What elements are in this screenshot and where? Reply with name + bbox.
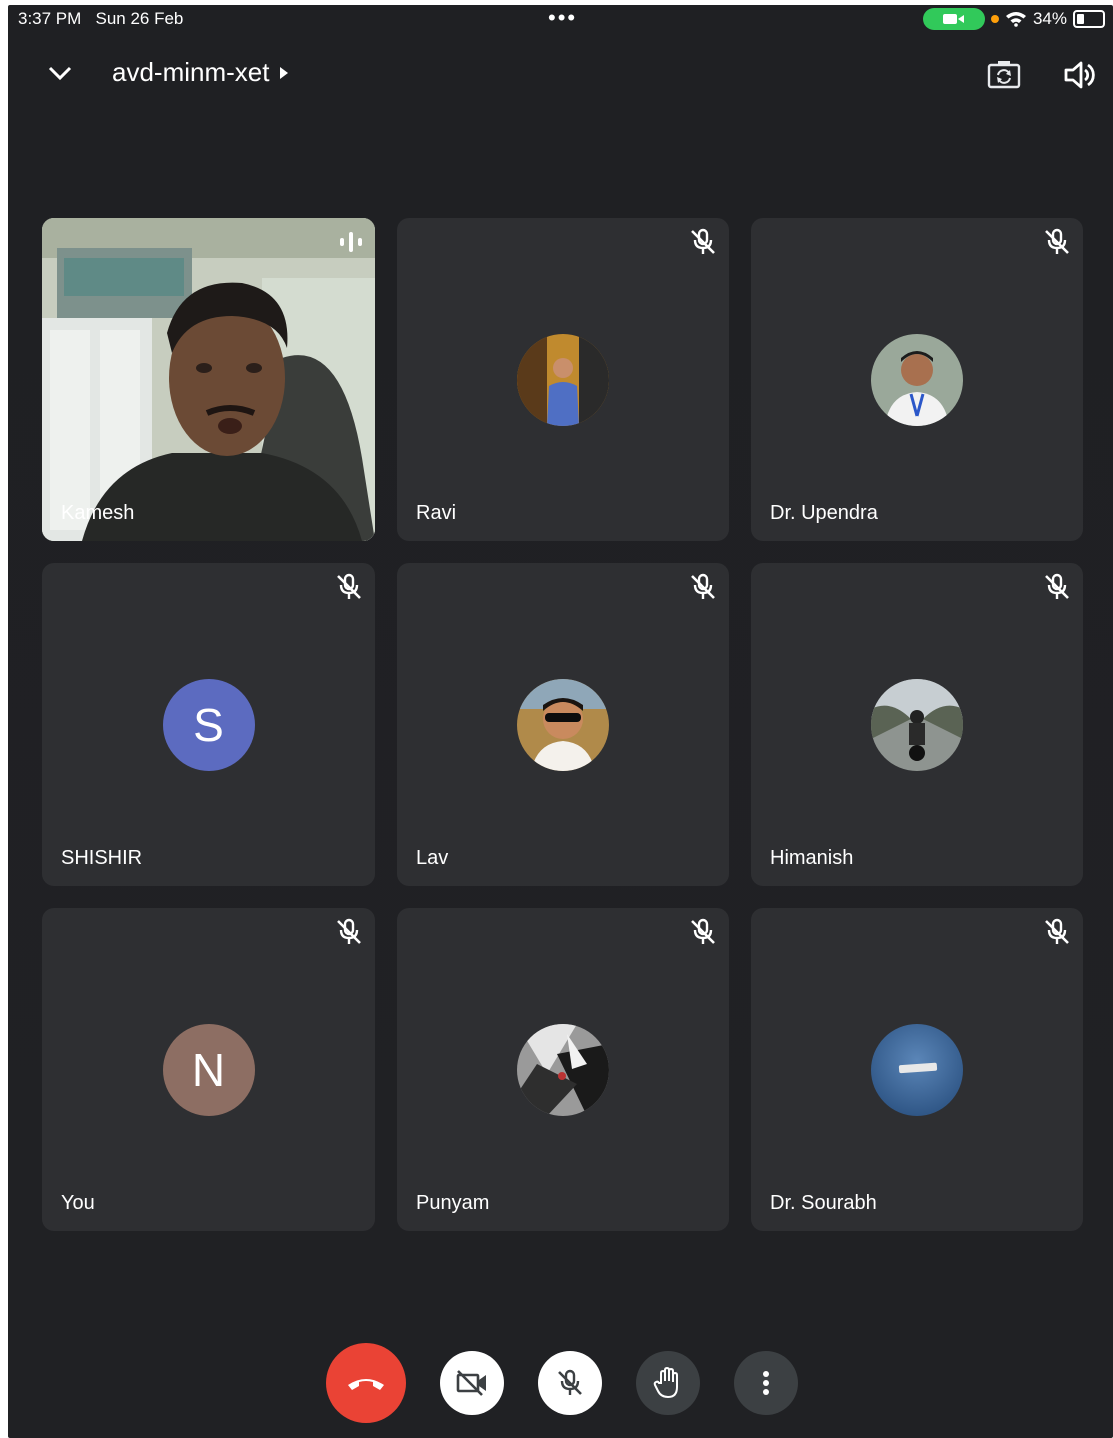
participant-tile-ravi[interactable]: Ravi bbox=[397, 218, 729, 541]
meeting-code: avd-minm-xet bbox=[112, 57, 270, 87]
participant-avatar bbox=[871, 1023, 963, 1116]
participant-tile-punyam[interactable]: Punyam bbox=[397, 908, 729, 1231]
status-bar: 3:37 PM Sun 26 Feb ••• 34% bbox=[8, 5, 1113, 33]
participant-tile-dr-upendra[interactable]: Dr. Upendra bbox=[751, 218, 1083, 541]
more-options-button[interactable] bbox=[734, 1351, 798, 1415]
avatar-initial: S bbox=[193, 698, 224, 751]
participant-name: Dr. Sourabh bbox=[770, 1192, 877, 1214]
mic-off-icon bbox=[1045, 918, 1069, 944]
camera-off-icon bbox=[456, 1370, 486, 1396]
participant-avatar bbox=[871, 678, 963, 771]
mic-off-icon bbox=[691, 918, 715, 944]
participant-avatar bbox=[517, 1023, 609, 1116]
call-controls bbox=[326, 1343, 798, 1423]
leave-call-button[interactable] bbox=[326, 1343, 406, 1423]
speaker-icon[interactable] bbox=[1062, 57, 1098, 93]
participant-avatar: N bbox=[162, 1023, 255, 1116]
participant-avatar bbox=[517, 333, 609, 426]
camera-in-use-icon bbox=[922, 8, 985, 30]
top-bar: avd-minm-xet bbox=[8, 45, 1113, 105]
participant-tile-himanish[interactable]: Himanish bbox=[751, 563, 1083, 886]
participant-name: SHISHIR bbox=[61, 847, 143, 869]
multitask-dots[interactable]: ••• bbox=[548, 5, 577, 31]
participant-name: Ravi bbox=[416, 502, 457, 524]
participant-name: Lav bbox=[416, 847, 449, 869]
hang-up-icon bbox=[348, 1379, 384, 1390]
camera-toggle-button[interactable] bbox=[440, 1351, 504, 1415]
wifi-icon bbox=[1005, 12, 1026, 27]
participant-avatar bbox=[517, 678, 609, 771]
participant-tile-you[interactable]: N You bbox=[42, 908, 375, 1231]
mic-toggle-button[interactable] bbox=[538, 1351, 602, 1415]
status-time: 3:37 PM bbox=[18, 9, 82, 28]
chevron-down-icon[interactable] bbox=[44, 57, 76, 89]
hand-icon bbox=[653, 1367, 678, 1399]
participant-tile-shishir[interactable]: S SHISHIR bbox=[42, 563, 375, 886]
mic-off-icon bbox=[691, 228, 715, 254]
mic-off-icon bbox=[1045, 228, 1069, 254]
avatar-initial: N bbox=[191, 1043, 226, 1096]
participant-name: Dr. Upendra bbox=[770, 502, 878, 524]
mic-off-icon bbox=[558, 1369, 582, 1395]
meeting-code-button[interactable]: avd-minm-xet bbox=[112, 57, 289, 88]
mic-indicator-icon bbox=[990, 15, 999, 23]
mic-off-icon bbox=[1045, 573, 1069, 599]
participant-name: Himanish bbox=[770, 847, 854, 869]
battery-percent: 34% bbox=[1032, 9, 1067, 28]
caret-right-icon bbox=[280, 66, 289, 79]
mic-off-icon bbox=[691, 573, 715, 599]
mic-off-icon bbox=[337, 918, 361, 944]
speaking-indicator-icon bbox=[340, 232, 362, 252]
participant-avatar: S bbox=[162, 678, 255, 771]
participant-avatar bbox=[871, 333, 963, 426]
switch-camera-icon[interactable] bbox=[986, 57, 1022, 93]
participant-name: Punyam bbox=[416, 1192, 490, 1214]
participant-video bbox=[42, 218, 375, 541]
more-vert-icon bbox=[763, 1371, 769, 1395]
raise-hand-button[interactable] bbox=[636, 1351, 700, 1415]
status-right: 34% bbox=[922, 8, 1105, 30]
mic-off-icon bbox=[337, 573, 361, 599]
participant-tile-lav[interactable]: Lav bbox=[397, 563, 729, 886]
participant-tile-kamesh[interactable]: Kamesh bbox=[42, 218, 375, 541]
battery-icon bbox=[1073, 10, 1105, 28]
status-time-date: 3:37 PM Sun 26 Feb bbox=[18, 9, 183, 29]
battery-fill bbox=[1077, 14, 1084, 24]
meet-screen: 3:37 PM Sun 26 Feb ••• 34% avd-minm-xet … bbox=[8, 5, 1113, 1438]
status-date: Sun 26 Feb bbox=[95, 9, 184, 28]
participant-name: Kamesh bbox=[61, 502, 135, 524]
participant-grid: Kamesh Ravi Dr. Upendra S SHISHIR Lav Hi… bbox=[42, 218, 1083, 1231]
participant-tile-dr-sourabh[interactable]: Dr. Sourabh bbox=[751, 908, 1083, 1231]
participant-name: You bbox=[61, 1192, 95, 1214]
